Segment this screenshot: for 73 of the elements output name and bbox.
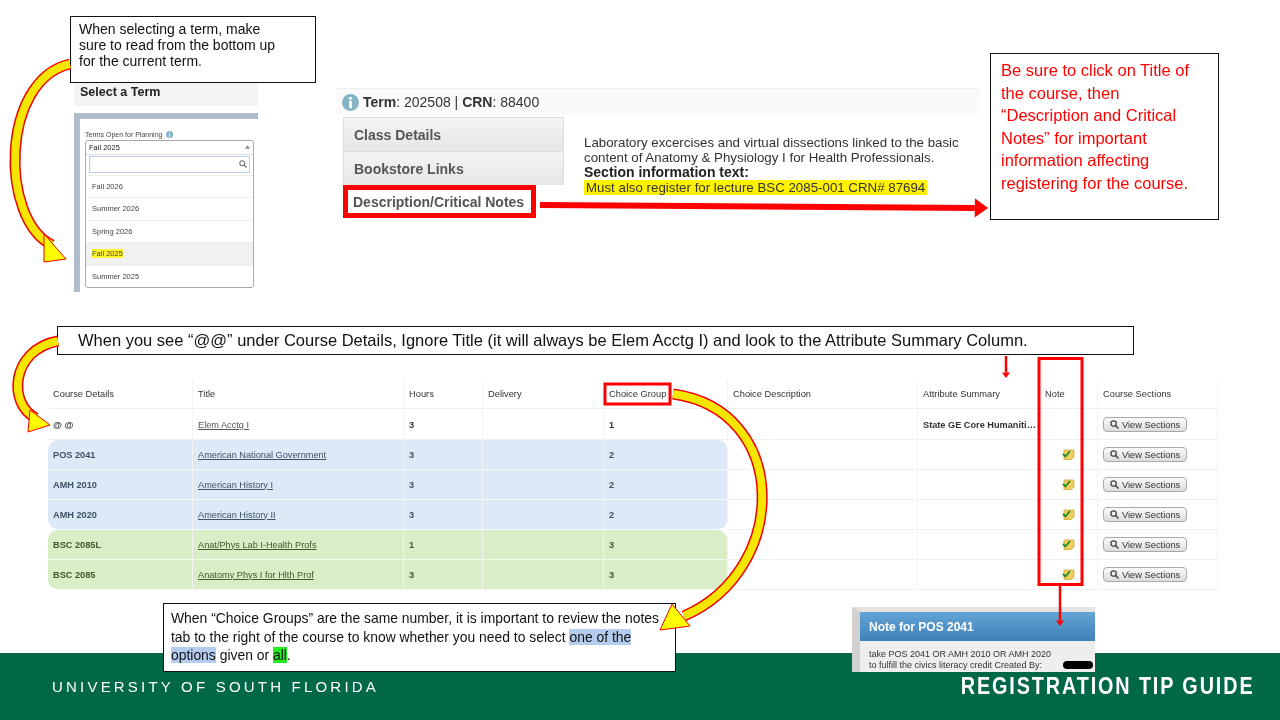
view-sections-button[interactable]: View Sections [1103,417,1188,432]
note-icon[interactable] [1062,449,1075,460]
column-header: Course Sections [1098,380,1218,409]
detail-tab[interactable]: Class Details [343,117,564,151]
view-sections-button[interactable]: View Sections [1103,447,1188,462]
table-cell: BSC 2085L [48,530,193,560]
column-header: Course Details [48,380,193,409]
table-cell: 2 [604,500,728,530]
section-note: Must also register for lecture BSC 2085-001 CRN# 87694 [584,180,929,195]
column-header: Attribute Summary [918,380,1040,409]
course-title-link[interactable]: American National Government [198,449,327,460]
info-icon[interactable] [166,130,174,138]
table-cell: 1 [404,530,483,560]
table-cell: 3 [404,500,483,530]
callout-text: Be sure to click on Title of the course, then “Description and Critical Notes” for important information affecting registering for the course. [1001,60,1190,194]
callout-text: When you see “@@” under Course Details, Ignore Title (it will always be Elem Acctg I) and look to the Attribute Summary Column. [78,331,1029,350]
column-header: Delivery [483,380,604,409]
table-cell: 2 [604,470,728,500]
detail-tab[interactable]: Description/Critical Notes [343,185,536,218]
note-icon[interactable] [1062,479,1075,490]
course-title-link[interactable]: American History II [198,509,276,520]
table-cell: 3 [404,440,483,470]
view-sections-button[interactable]: View Sections [1103,567,1188,582]
course-title-link[interactable]: Anat/Phys Lab I-Health Profs [198,539,317,550]
search-icon [1110,450,1119,459]
caret-icon[interactable] [245,145,250,149]
university-name: UNIVERSITY OF SOUTH FLORIDA [52,678,379,695]
search-icon [1110,480,1119,489]
term-crn-text: Term: 202508 | CRN: 88400 [363,94,540,110]
pointer-arrow [1002,356,1010,378]
search-icon [1110,510,1119,519]
course-description: Laboratory excercises and virtual dissections linked to the basic content of Anatomy & Physiology I for Health Professionals. [584,135,960,165]
column-header: Choice Description [728,380,918,409]
pointer-arrow [1056,585,1064,626]
table-cell: 3 [604,560,728,590]
callout-text: When “Choice Groups” are the same number, it is important to review the notes tab to the right of the course to know whether you need to select one of the options given or all. [171,609,660,665]
search-icon [1110,540,1119,549]
note-icon[interactable] [1062,509,1075,520]
info-icon [342,93,359,111]
course-title-link[interactable]: Anatomy Phys I for Hlth Prof [198,569,314,580]
note-icon[interactable] [1062,539,1075,550]
search-icon [1110,420,1119,429]
table-cell: 3 [404,470,483,500]
course-title-link[interactable]: American History I [198,479,274,490]
table-cell: 3 [404,560,483,590]
search-field[interactable] [89,155,250,173]
table-cell: BSC 2085 [48,560,193,590]
view-sections-button[interactable]: View Sections [1103,477,1188,492]
search-icon [1110,570,1119,579]
search-icon [239,160,247,168]
table-cell: AMH 2020 [48,500,193,530]
note-text: take POS 2041 OR AMH 2010 OR AMH 2020 to fulfill the civics literacy credit Created By: [869,649,1053,670]
column-header: Choice Group [604,380,728,409]
panel-title: Select a Term [74,82,258,106]
table-cell: AMH 2010 [48,470,193,500]
column-header: Title [193,380,404,409]
redaction-mark [1063,661,1093,669]
section-heading: Section information text: [584,165,749,180]
popup-title: Note for POS 2041 [860,612,1095,641]
highlight-frame [603,382,672,406]
table-cell: 2 [604,440,728,470]
column-header: Hours [404,380,483,409]
column-header: Note [1040,380,1098,409]
note-icon[interactable] [1062,569,1075,580]
guide-title: REGISTRATION TIP GUIDE [960,673,1254,700]
table-cell: 3 [604,530,728,560]
course-title-link[interactable]: Elem Acctg I [198,419,250,430]
view-sections-button[interactable]: View Sections [1103,507,1188,522]
view-sections-button[interactable]: View Sections [1103,537,1188,552]
detail-tab[interactable]: Bookstore Links [343,151,564,185]
table-cell: POS 2041 [48,440,193,470]
callout-text: When selecting a term, make sure to read from the bottom up for the current term. [79,21,277,69]
table-cell: State GE Core Humaniti… [918,410,1040,440]
